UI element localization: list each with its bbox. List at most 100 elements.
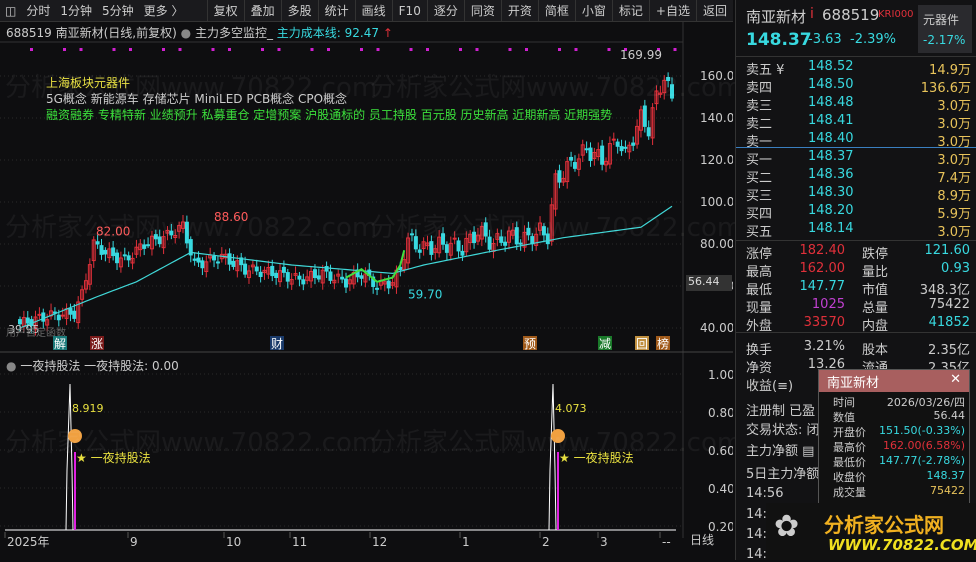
price-tick: 40.00 <box>700 321 733 335</box>
misc-row[interactable]: 注册制 已盈 <box>746 400 815 419</box>
stat-label: 最高 <box>746 265 773 280</box>
toolbar-button-6[interactable]: 逐分 <box>426 0 464 22</box>
signal-dot <box>79 48 83 51</box>
level-price: 148.48 <box>808 95 854 110</box>
asks-row[interactable]: 卖三 148.48 3.0万 <box>736 94 976 114</box>
level-price: 148.40 <box>808 131 854 146</box>
event-marker-label: 预 <box>524 337 536 351</box>
level-price: 148.37 <box>808 149 854 164</box>
panel-toggle-icon[interactable]: ◫ <box>0 0 21 22</box>
candle <box>619 146 624 152</box>
watermark: 分析家公式网www.70822.com <box>370 73 743 103</box>
signal-dot <box>30 48 33 51</box>
indicator-name[interactable]: 主力多空监控_ <box>195 26 273 40</box>
time-label: -- <box>662 535 671 549</box>
bids-row[interactable]: 买三 148.30 8.9万 <box>736 184 976 204</box>
signal-dot <box>261 48 264 51</box>
level-label: 买五 <box>746 225 773 240</box>
misc-row[interactable]: 主力净额 ▤ <box>746 440 814 459</box>
bids-row[interactable]: 买二 148.36 7.4万 <box>736 166 976 186</box>
toolbar-button-2[interactable]: 多股 <box>280 0 318 22</box>
level-volume: 3.0万 <box>937 225 971 240</box>
popup-value: 56.44 <box>933 409 966 422</box>
bids-row[interactable]: 买五 148.14 3.0万 <box>736 220 976 240</box>
close-icon[interactable]: ✕ <box>950 372 961 387</box>
toolbar-button-10[interactable]: 小窗 <box>574 0 612 22</box>
signal-dot <box>525 48 528 51</box>
popup-value: 147.77(-2.78%) <box>879 454 965 467</box>
toolbar-button-9[interactable]: 简框 <box>537 0 575 22</box>
candle <box>572 162 577 169</box>
toolbar-button-13[interactable]: 返回 <box>695 0 733 22</box>
toolbar-button-5[interactable]: F10 <box>391 0 427 22</box>
stock-name: 南亚新材 <box>746 8 807 26</box>
dropdown-icon[interactable]: ● <box>6 359 16 373</box>
tab-period-0[interactable]: 分时 <box>21 0 55 22</box>
candle <box>142 244 147 249</box>
popup-row: 收盘价 148.37 <box>819 469 969 484</box>
toolbar-button-7[interactable]: 同资 <box>463 0 501 22</box>
asks-row[interactable]: 卖四 148.50 136.6万 <box>736 76 976 96</box>
period-label[interactable]: 日线 <box>690 531 714 548</box>
toolbar-button-11[interactable]: 标记 <box>611 0 649 22</box>
candle <box>615 141 620 147</box>
misc-row[interactable]: 交易状态: 闭 <box>746 419 820 438</box>
misc-row[interactable]: 5日主力净额 <box>746 463 819 482</box>
stat-label: 最低 <box>746 283 773 298</box>
toolbar-button-1[interactable]: 叠加 <box>243 0 281 22</box>
stat-value: 121.60 <box>924 243 971 258</box>
candle <box>444 244 449 253</box>
event-marker-label: 回 <box>636 337 648 351</box>
popup-label: 数值 <box>833 411 855 424</box>
price-tick: 140.00 <box>700 111 733 125</box>
asks-row[interactable]: 卖二 148.41 3.0万 <box>736 112 976 132</box>
toolbar-button-3[interactable]: 统计 <box>317 0 355 22</box>
divider <box>736 56 976 57</box>
toolbar-button-8[interactable]: 开资 <box>500 0 538 22</box>
candle <box>460 250 465 256</box>
signal-dot <box>162 48 165 51</box>
signal-dot <box>178 48 182 51</box>
kline-chart[interactable]: 160.00140.00120.00100.0080.0060.0040.001… <box>0 22 742 549</box>
candle <box>611 138 616 141</box>
popup-value: 151.50(-0.33%) <box>879 424 965 437</box>
popup-value: 162.00(6.58%) <box>882 439 965 452</box>
signal-dot <box>673 48 677 51</box>
indicator-tick: 1.00 <box>708 368 733 382</box>
asks-row[interactable]: 卖一 148.40 3.0万 <box>736 130 976 150</box>
time-label: 2 <box>542 535 550 549</box>
price-tick: 120.00 <box>700 153 733 167</box>
signal-value: 4.073 <box>555 402 587 415</box>
indicator-tick: 0.40 <box>708 482 733 496</box>
candle <box>297 275 302 280</box>
bids-row[interactable]: 买一 148.37 3.0万 <box>736 148 976 168</box>
dropdown-icon[interactable]: ● <box>181 26 191 40</box>
toolbar-button-12[interactable]: +自选 <box>648 0 696 22</box>
asks-row[interactable]: 卖五 ¥148.52 14.9万 <box>736 58 976 78</box>
candle <box>212 255 217 261</box>
bids-row[interactable]: 买四 148.20 5.9万 <box>736 202 976 222</box>
kr-badge: KRI000 <box>878 9 914 20</box>
logo-url: WWW.70822.COM <box>828 536 976 554</box>
toolbar: ◫ 分时 1分钟 5分钟 更多 〉复权 叠加 多股 统计 画线 F10 逐分 同资 开资 简框 小窗 标记 +… <box>0 0 733 22</box>
tab-period-1[interactable]: 1分钟 <box>55 0 97 22</box>
watermark: 分析家公式网www.70822.com <box>370 213 743 243</box>
lower-header: ● 一夜持股法 一夜持股法: 0.00 <box>6 357 179 374</box>
signal-dot <box>574 48 578 51</box>
sector-name: 元器件 <box>923 13 960 27</box>
tab-period-2[interactable]: 5分钟 <box>97 0 139 22</box>
toolbar-button-0[interactable]: 复权 <box>206 0 244 22</box>
candle <box>646 127 651 137</box>
stat-value: 348.3亿 <box>919 283 970 298</box>
tab-period-3[interactable]: 更多 〉 <box>139 0 189 22</box>
candle <box>243 263 248 275</box>
stat-value: 1025 <box>811 297 845 312</box>
candle <box>623 146 628 149</box>
info-icon: i <box>810 6 814 22</box>
signal-dot <box>459 48 462 51</box>
toolbar-button-4[interactable]: 画线 <box>354 0 392 22</box>
stat-label: 股本 <box>862 343 889 358</box>
popup-row: 最低价 147.77(-2.78%) <box>819 454 969 469</box>
signal-dot <box>63 48 66 51</box>
sector-box[interactable]: 元器件 -2.17% <box>918 5 972 53</box>
